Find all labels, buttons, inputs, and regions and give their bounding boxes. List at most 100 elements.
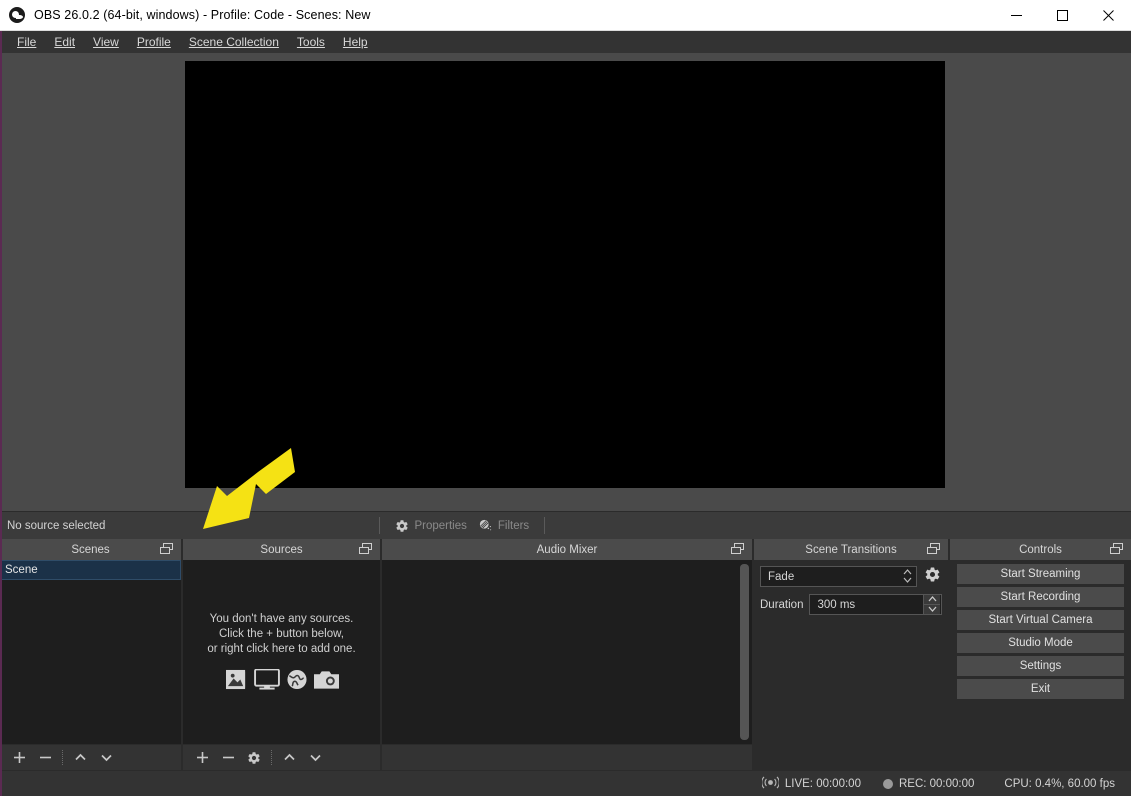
close-button[interactable]	[1085, 0, 1131, 31]
audio-mixer-dock-title: Audio Mixer	[382, 539, 752, 560]
menu-profile[interactable]: Profile	[128, 33, 180, 51]
window-controls	[993, 0, 1131, 31]
sources-empty-state: You don't have any sources. Click the + …	[183, 612, 380, 690]
menu-edit-label: Edit	[54, 35, 75, 49]
rec-timer-label: REC: 00:00:00	[899, 778, 974, 790]
scene-transitions-dock: Scene Transitions Fade	[754, 539, 950, 770]
move-source-up-button[interactable]	[276, 747, 302, 769]
record-dot-icon	[883, 779, 893, 789]
audio-mixer-toolbar	[382, 744, 752, 770]
sources-toolbar-divider	[271, 750, 272, 765]
float-dock-icon[interactable]	[927, 543, 941, 555]
menu-tools[interactable]: Tools	[288, 33, 334, 51]
transition-select-row: Fade	[760, 566, 942, 587]
add-scene-button[interactable]	[6, 747, 32, 769]
sources-toolbar	[183, 744, 380, 770]
rec-status: REC: 00:00:00	[883, 778, 974, 790]
scenes-title-label: Scenes	[71, 544, 109, 556]
duration-label: Duration	[760, 599, 803, 611]
obs-logo-icon	[9, 7, 25, 23]
menu-edit[interactable]: Edit	[45, 33, 84, 51]
source-status-label: No source selected	[0, 520, 105, 532]
duration-input[interactable]: 300 ms	[809, 594, 942, 615]
chevron-updown-icon	[903, 569, 912, 583]
float-dock-icon[interactable]	[1110, 543, 1124, 555]
scenes-dock-title: Scenes	[0, 539, 181, 560]
window-title: OBS 26.0.2 (64-bit, windows) - Profile: …	[34, 8, 371, 22]
move-source-down-button[interactable]	[302, 747, 328, 769]
menu-tools-label: Tools	[297, 35, 325, 49]
camera-icon	[314, 670, 339, 690]
remove-source-button[interactable]	[215, 747, 241, 769]
gear-icon	[924, 566, 941, 588]
controls-body: Start Streaming Start Recording Start Vi…	[950, 560, 1131, 770]
browser-globe-icon	[286, 669, 308, 690]
menu-file[interactable]: File	[8, 33, 45, 51]
properties-button[interactable]: Properties	[389, 514, 472, 538]
float-dock-icon[interactable]	[731, 543, 745, 555]
float-dock-icon[interactable]	[359, 543, 373, 555]
title-bar: OBS 26.0.2 (64-bit, windows) - Profile: …	[0, 0, 1131, 31]
settings-button[interactable]: Settings	[957, 656, 1124, 676]
duration-stepper[interactable]	[923, 595, 940, 614]
properties-label: Properties	[414, 520, 466, 532]
source-properties-button[interactable]	[241, 747, 267, 769]
menu-scene-collection-label: Scene Collection	[189, 35, 279, 49]
preview-canvas[interactable]	[185, 61, 945, 488]
sources-empty-line-1: You don't have any sources.	[183, 612, 380, 627]
menu-view-label: View	[93, 35, 119, 49]
live-timer-label: LIVE: 00:00:00	[785, 778, 861, 790]
sources-empty-line-2: Click the + button below,	[183, 627, 380, 642]
scenes-list[interactable]: Scene	[0, 560, 181, 744]
controls-dock: Controls Start Streaming Start Recording…	[950, 539, 1131, 770]
transition-select[interactable]: Fade	[760, 566, 917, 587]
menu-view[interactable]: View	[84, 33, 128, 51]
obs-main-window: OBS 26.0.2 (64-bit, windows) - Profile: …	[0, 0, 1131, 796]
exit-button[interactable]: Exit	[957, 679, 1124, 699]
start-recording-button[interactable]: Start Recording	[957, 587, 1124, 607]
float-dock-icon[interactable]	[160, 543, 174, 555]
menu-profile-label: Profile	[137, 35, 171, 49]
move-scene-down-button[interactable]	[93, 747, 119, 769]
scene-item-label: Scene	[5, 564, 38, 576]
duration-value: 300 ms	[810, 599, 855, 611]
transition-duration-row: Duration 300 ms	[760, 594, 942, 615]
audio-mixer-title-label: Audio Mixer	[537, 544, 598, 556]
menu-help[interactable]: Help	[334, 33, 377, 51]
minimize-button[interactable]	[993, 0, 1039, 31]
gear-icon	[395, 519, 409, 533]
preview-area[interactable]	[0, 53, 1131, 511]
transition-select-value: Fade	[761, 571, 794, 583]
move-scene-up-button[interactable]	[67, 747, 93, 769]
audio-mixer-scrollbar[interactable]	[740, 564, 749, 740]
add-source-button[interactable]	[189, 747, 215, 769]
start-virtual-camera-button[interactable]: Start Virtual Camera	[957, 610, 1124, 630]
sources-dock-title: Sources	[183, 539, 380, 560]
maximize-button[interactable]	[1039, 0, 1085, 31]
scenes-dock: Scenes Scene	[0, 539, 183, 770]
scene-list-item[interactable]: Scene	[0, 560, 181, 580]
live-status: LIVE: 00:00:00	[762, 776, 861, 792]
broadcast-icon	[762, 776, 779, 792]
duration-increment-button[interactable]	[923, 595, 940, 605]
source-toolbar: No source selected Properties	[0, 511, 1131, 539]
sources-list[interactable]: You don't have any sources. Click the + …	[183, 560, 380, 744]
scenes-toolbar	[0, 744, 181, 770]
studio-mode-button[interactable]: Studio Mode	[957, 633, 1124, 653]
audio-mixer-list[interactable]	[382, 560, 752, 744]
controls-title-label: Controls	[1019, 544, 1062, 556]
duration-decrement-button[interactable]	[923, 605, 940, 615]
menu-scene-collection[interactable]: Scene Collection	[180, 33, 288, 51]
start-streaming-button[interactable]: Start Streaming	[957, 564, 1124, 584]
filters-wand-icon	[479, 519, 493, 533]
scene-transitions-body: Fade Durat	[754, 560, 948, 770]
filters-label: Filters	[498, 520, 529, 532]
sources-empty-line-3: or right click here to add one.	[183, 642, 380, 657]
menu-bar: File Edit View Profile Scene Collection …	[0, 31, 1131, 53]
scene-transitions-dock-title: Scene Transitions	[754, 539, 948, 560]
transition-properties-button[interactable]	[922, 566, 942, 587]
cpu-fps-label: CPU: 0.4%, 60.00 fps	[1004, 778, 1115, 790]
performance-stats: CPU: 0.4%, 60.00 fps	[1004, 778, 1115, 790]
filters-button[interactable]: Filters	[473, 514, 535, 538]
remove-scene-button[interactable]	[32, 747, 58, 769]
